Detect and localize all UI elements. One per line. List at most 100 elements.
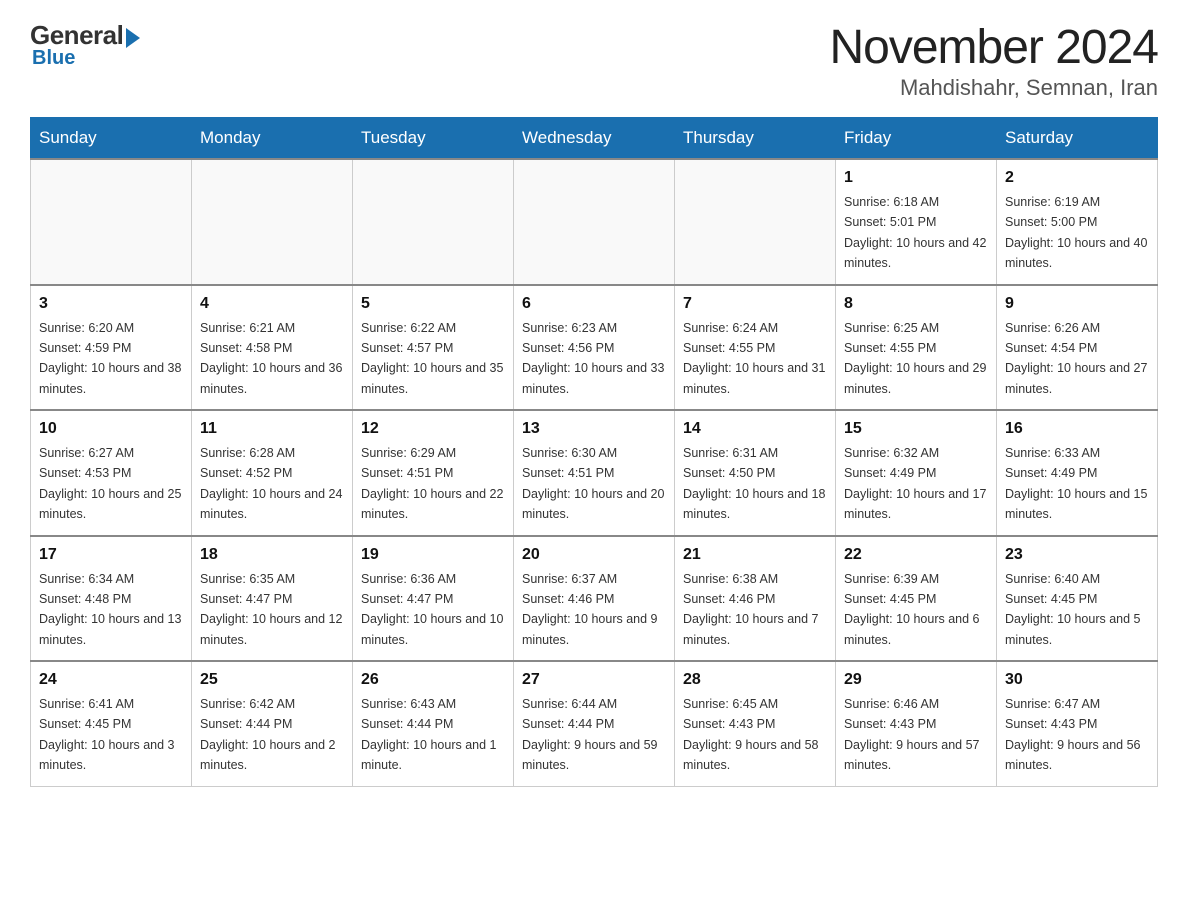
day-number: 16 — [1005, 417, 1149, 441]
day-number: 6 — [522, 292, 666, 316]
day-number: 20 — [522, 543, 666, 567]
cell-week1-day2 — [353, 159, 514, 285]
cell-week5-day4: 28Sunrise: 6:45 AM Sunset: 4:43 PM Dayli… — [675, 661, 836, 786]
header-thursday: Thursday — [675, 118, 836, 160]
day-number: 8 — [844, 292, 988, 316]
day-number: 11 — [200, 417, 344, 441]
day-info: Sunrise: 6:46 AM Sunset: 4:43 PM Dayligh… — [844, 697, 980, 772]
day-info: Sunrise: 6:37 AM Sunset: 4:46 PM Dayligh… — [522, 572, 658, 647]
cell-week1-day5: 1 Sunrise: 6:18 AM Sunset: 5:01 PM Daylig… — [836, 159, 997, 285]
day-number: 17 — [39, 543, 183, 567]
week-row-2: 3 Sunrise: 6:20 AM Sunset: 4:59 PM Daylig… — [31, 285, 1158, 411]
cell-week4-day0: 17 Sunrise: 6:34 AM Sunset: 4:48 PM Dayli… — [31, 536, 192, 662]
day-number: 2 — [1005, 166, 1149, 190]
day-info: Sunrise: 6:45 AM Sunset: 4:43 PM Dayligh… — [683, 697, 819, 772]
header: General Blue November 2024 Mahdishahr, S… — [30, 20, 1158, 101]
day-info: Sunrise: 6:27 AM Sunset: 4:53 PM Dayligh… — [39, 446, 181, 521]
day-number: 26 — [361, 668, 505, 692]
day-number: 9 — [1005, 292, 1149, 316]
calendar-body: 1 Sunrise: 6:18 AM Sunset: 5:01 PM Daylig… — [31, 159, 1158, 786]
header-saturday: Saturday — [997, 118, 1158, 160]
cell-week5-day3: 27 Sunrise: 6:44 AM Sunset: 4:44 PM Dayli… — [514, 661, 675, 786]
day-number: 18 — [200, 543, 344, 567]
day-info: Sunrise: 6:41 AM Sunset: 4:45 PM Dayligh… — [39, 697, 175, 772]
day-info: Sunrise: 6:20 AM Sunset: 4:59 PM Dayligh… — [39, 321, 181, 396]
day-info: Sunrise: 6:44 AM Sunset: 4:44 PM Dayligh… — [522, 697, 658, 772]
month-year-title: November 2024 — [829, 20, 1158, 75]
cell-week5-day2: 26 Sunrise: 6:43 AM Sunset: 4:44 PM Dayli… — [353, 661, 514, 786]
cell-week3-day3: 13Sunrise: 6:30 AM Sunset: 4:51 PM Dayli… — [514, 410, 675, 536]
cell-week1-day3 — [514, 159, 675, 285]
day-number: 10 — [39, 417, 183, 441]
day-number: 25 — [200, 668, 344, 692]
cell-week1-day6: 2 Sunrise: 6:19 AM Sunset: 5:00 PM Daylig… — [997, 159, 1158, 285]
day-number: 1 — [844, 166, 988, 190]
cell-week2-day2: 5Sunrise: 6:22 AM Sunset: 4:57 PM Daylig… — [353, 285, 514, 411]
day-number: 22 — [844, 543, 988, 567]
cell-week2-day3: 6 Sunrise: 6:23 AM Sunset: 4:56 PM Daylig… — [514, 285, 675, 411]
day-info: Sunrise: 6:32 AM Sunset: 4:49 PM Dayligh… — [844, 446, 986, 521]
day-info: Sunrise: 6:18 AM Sunset: 5:01 PM Dayligh… — [844, 195, 986, 270]
day-info: Sunrise: 6:29 AM Sunset: 4:51 PM Dayligh… — [361, 446, 503, 521]
day-info: Sunrise: 6:42 AM Sunset: 4:44 PM Dayligh… — [200, 697, 336, 772]
cell-week3-day5: 15 Sunrise: 6:32 AM Sunset: 4:49 PM Dayli… — [836, 410, 997, 536]
day-info: Sunrise: 6:21 AM Sunset: 4:58 PM Dayligh… — [200, 321, 342, 396]
cell-week5-day1: 25 Sunrise: 6:42 AM Sunset: 4:44 PM Dayli… — [192, 661, 353, 786]
cell-week5-day0: 24 Sunrise: 6:41 AM Sunset: 4:45 PM Dayli… — [31, 661, 192, 786]
page: General Blue November 2024 Mahdishahr, S… — [0, 0, 1188, 807]
day-info: Sunrise: 6:35 AM Sunset: 4:47 PM Dayligh… — [200, 572, 342, 647]
cell-week1-day1 — [192, 159, 353, 285]
day-number: 19 — [361, 543, 505, 567]
cell-week4-day2: 19 Sunrise: 6:36 AM Sunset: 4:47 PM Dayli… — [353, 536, 514, 662]
day-info: Sunrise: 6:38 AM Sunset: 4:46 PM Dayligh… — [683, 572, 819, 647]
week-row-5: 24 Sunrise: 6:41 AM Sunset: 4:45 PM Dayli… — [31, 661, 1158, 786]
logo-triangle-icon — [126, 28, 140, 48]
week-row-3: 10 Sunrise: 6:27 AM Sunset: 4:53 PM Dayli… — [31, 410, 1158, 536]
day-info: Sunrise: 6:34 AM Sunset: 4:48 PM Dayligh… — [39, 572, 181, 647]
day-number: 27 — [522, 668, 666, 692]
day-number: 4 — [200, 292, 344, 316]
cell-week2-day6: 9 Sunrise: 6:26 AM Sunset: 4:54 PM Daylig… — [997, 285, 1158, 411]
day-number: 29 — [844, 668, 988, 692]
cell-week1-day0 — [31, 159, 192, 285]
day-number: 12 — [361, 417, 505, 441]
day-number: 15 — [844, 417, 988, 441]
cell-week3-day1: 11Sunrise: 6:28 AM Sunset: 4:52 PM Dayli… — [192, 410, 353, 536]
day-info: Sunrise: 6:23 AM Sunset: 4:56 PM Dayligh… — [522, 321, 664, 396]
day-info: Sunrise: 6:43 AM Sunset: 4:44 PM Dayligh… — [361, 697, 497, 772]
day-number: 7 — [683, 292, 827, 316]
day-info: Sunrise: 6:47 AM Sunset: 4:43 PM Dayligh… — [1005, 697, 1141, 772]
cell-week3-day4: 14Sunrise: 6:31 AM Sunset: 4:50 PM Dayli… — [675, 410, 836, 536]
cell-week2-day1: 4 Sunrise: 6:21 AM Sunset: 4:58 PM Daylig… — [192, 285, 353, 411]
day-info: Sunrise: 6:31 AM Sunset: 4:50 PM Dayligh… — [683, 446, 825, 521]
cell-week5-day5: 29 Sunrise: 6:46 AM Sunset: 4:43 PM Dayli… — [836, 661, 997, 786]
location-subtitle: Mahdishahr, Semnan, Iran — [829, 75, 1158, 101]
day-number: 3 — [39, 292, 183, 316]
weekday-header-row: Sunday Monday Tuesday Wednesday Thursday… — [31, 118, 1158, 160]
day-number: 13 — [522, 417, 666, 441]
header-tuesday: Tuesday — [353, 118, 514, 160]
day-info: Sunrise: 6:19 AM Sunset: 5:00 PM Dayligh… — [1005, 195, 1147, 270]
cell-week4-day4: 21Sunrise: 6:38 AM Sunset: 4:46 PM Dayli… — [675, 536, 836, 662]
cell-week2-day4: 7 Sunrise: 6:24 AM Sunset: 4:55 PM Daylig… — [675, 285, 836, 411]
cell-week3-day0: 10 Sunrise: 6:27 AM Sunset: 4:53 PM Dayli… — [31, 410, 192, 536]
header-monday: Monday — [192, 118, 353, 160]
day-number: 5 — [361, 292, 505, 316]
day-info: Sunrise: 6:33 AM Sunset: 4:49 PM Dayligh… — [1005, 446, 1147, 521]
week-row-1: 1 Sunrise: 6:18 AM Sunset: 5:01 PM Daylig… — [31, 159, 1158, 285]
day-info: Sunrise: 6:26 AM Sunset: 4:54 PM Dayligh… — [1005, 321, 1147, 396]
week-row-4: 17 Sunrise: 6:34 AM Sunset: 4:48 PM Dayli… — [31, 536, 1158, 662]
day-info: Sunrise: 6:24 AM Sunset: 4:55 PM Dayligh… — [683, 321, 825, 396]
day-number: 24 — [39, 668, 183, 692]
cell-week2-day5: 8Sunrise: 6:25 AM Sunset: 4:55 PM Daylig… — [836, 285, 997, 411]
cell-week4-day6: 23 Sunrise: 6:40 AM Sunset: 4:45 PM Dayli… — [997, 536, 1158, 662]
header-friday: Friday — [836, 118, 997, 160]
cell-week2-day0: 3 Sunrise: 6:20 AM Sunset: 4:59 PM Daylig… — [31, 285, 192, 411]
day-number: 23 — [1005, 543, 1149, 567]
logo-sub-text: Blue — [32, 47, 75, 70]
title-block: November 2024 Mahdishahr, Semnan, Iran — [829, 20, 1158, 101]
day-info: Sunrise: 6:39 AM Sunset: 4:45 PM Dayligh… — [844, 572, 980, 647]
day-info: Sunrise: 6:36 AM Sunset: 4:47 PM Dayligh… — [361, 572, 503, 647]
cell-week4-day5: 22 Sunrise: 6:39 AM Sunset: 4:45 PM Dayli… — [836, 536, 997, 662]
day-info: Sunrise: 6:40 AM Sunset: 4:45 PM Dayligh… — [1005, 572, 1141, 647]
